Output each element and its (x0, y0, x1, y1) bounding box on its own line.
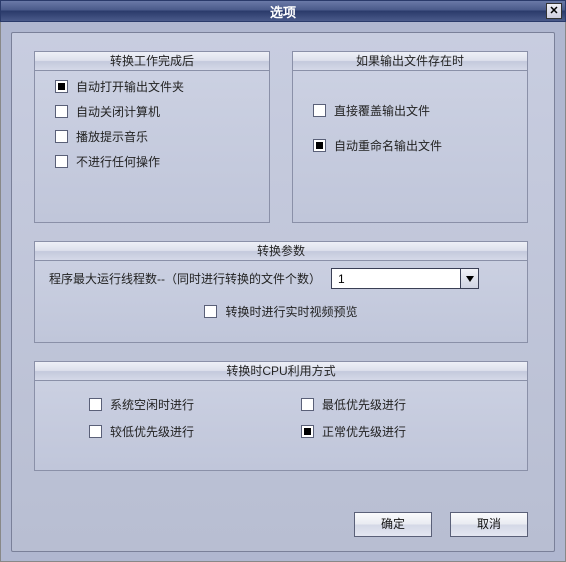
checkbox-icon (55, 105, 68, 118)
max-threads-value: 1 (332, 272, 460, 286)
option-label: 系统空闲时进行 (110, 396, 194, 413)
max-threads-label: 程序最大运行线程数--（同时进行转换的文件个数） (49, 270, 321, 287)
chevron-down-icon (460, 269, 478, 288)
option-label: 转换时进行实时视频预览 (225, 303, 357, 320)
checkbox-icon (55, 155, 68, 168)
option-cpu-normal[interactable]: 正常优先级进行 (301, 423, 473, 440)
group-output-exists: 如果输出文件存在时 直接覆盖输出文件 自动重命名输出文件 (292, 51, 528, 223)
option-overwrite-output[interactable]: 直接覆盖输出文件 (313, 102, 513, 119)
option-do-nothing[interactable]: 不进行任何操作 (55, 153, 255, 170)
dialog-buttons: 确定 取消 (354, 512, 528, 537)
checkbox-icon (204, 305, 217, 318)
checkbox-icon (89, 425, 102, 438)
option-auto-shutdown[interactable]: 自动关闭计算机 (55, 103, 255, 120)
option-label: 正常优先级进行 (322, 423, 406, 440)
ok-button[interactable]: 确定 (354, 512, 432, 537)
group-cpu-usage: 转换时CPU利用方式 系统空闲时进行 最低优先级进行 较 (34, 361, 528, 471)
window-title: 选项 (1, 2, 565, 21)
group-conversion-params-legend: 转换参数 (34, 241, 528, 261)
group-after-conversion-legend: 转换工作完成后 (34, 51, 270, 71)
close-icon[interactable]: ✕ (546, 3, 562, 19)
option-label: 播放提示音乐 (76, 128, 148, 145)
option-label: 最低优先级进行 (322, 396, 406, 413)
group-conversion-params: 转换参数 程序最大运行线程数--（同时进行转换的文件个数） 1 (34, 241, 528, 343)
group-output-exists-legend: 如果输出文件存在时 (292, 51, 528, 71)
checkbox-icon (313, 139, 326, 152)
option-label: 较低优先级进行 (110, 423, 194, 440)
option-label: 自动打开输出文件夹 (76, 78, 184, 95)
cancel-button[interactable]: 取消 (450, 512, 528, 537)
option-label: 自动重命名输出文件 (334, 137, 442, 154)
checkbox-icon (89, 398, 102, 411)
inner-panel: 转换工作完成后 自动打开输出文件夹 自动关闭计算机 播放提示音乐 (11, 32, 555, 552)
option-label: 不进行任何操作 (76, 153, 160, 170)
checkbox-icon (301, 425, 314, 438)
option-label: 直接覆盖输出文件 (334, 102, 430, 119)
option-play-sound[interactable]: 播放提示音乐 (55, 128, 255, 145)
option-label: 自动关闭计算机 (76, 103, 160, 120)
checkbox-icon (55, 80, 68, 93)
option-cpu-lowest[interactable]: 最低优先级进行 (301, 396, 473, 413)
max-threads-select[interactable]: 1 (331, 268, 479, 289)
checkbox-icon (313, 104, 326, 117)
checkbox-icon (55, 130, 68, 143)
group-after-conversion: 转换工作完成后 自动打开输出文件夹 自动关闭计算机 播放提示音乐 (34, 51, 270, 223)
option-auto-open-output[interactable]: 自动打开输出文件夹 (55, 78, 255, 95)
option-cpu-lower[interactable]: 较低优先级进行 (89, 423, 261, 440)
option-cpu-idle[interactable]: 系统空闲时进行 (89, 396, 261, 413)
option-realtime-preview[interactable]: 转换时进行实时视频预览 (204, 303, 357, 320)
checkbox-icon (301, 398, 314, 411)
options-dialog: 选项 ✕ 转换工作完成后 自动打开输出文件夹 自动关闭计算机 (0, 0, 566, 562)
client-area: 转换工作完成后 自动打开输出文件夹 自动关闭计算机 播放提示音乐 (0, 22, 566, 562)
option-auto-rename-output[interactable]: 自动重命名输出文件 (313, 137, 513, 154)
group-cpu-usage-legend: 转换时CPU利用方式 (34, 361, 528, 381)
titlebar[interactable]: 选项 ✕ (0, 0, 566, 22)
